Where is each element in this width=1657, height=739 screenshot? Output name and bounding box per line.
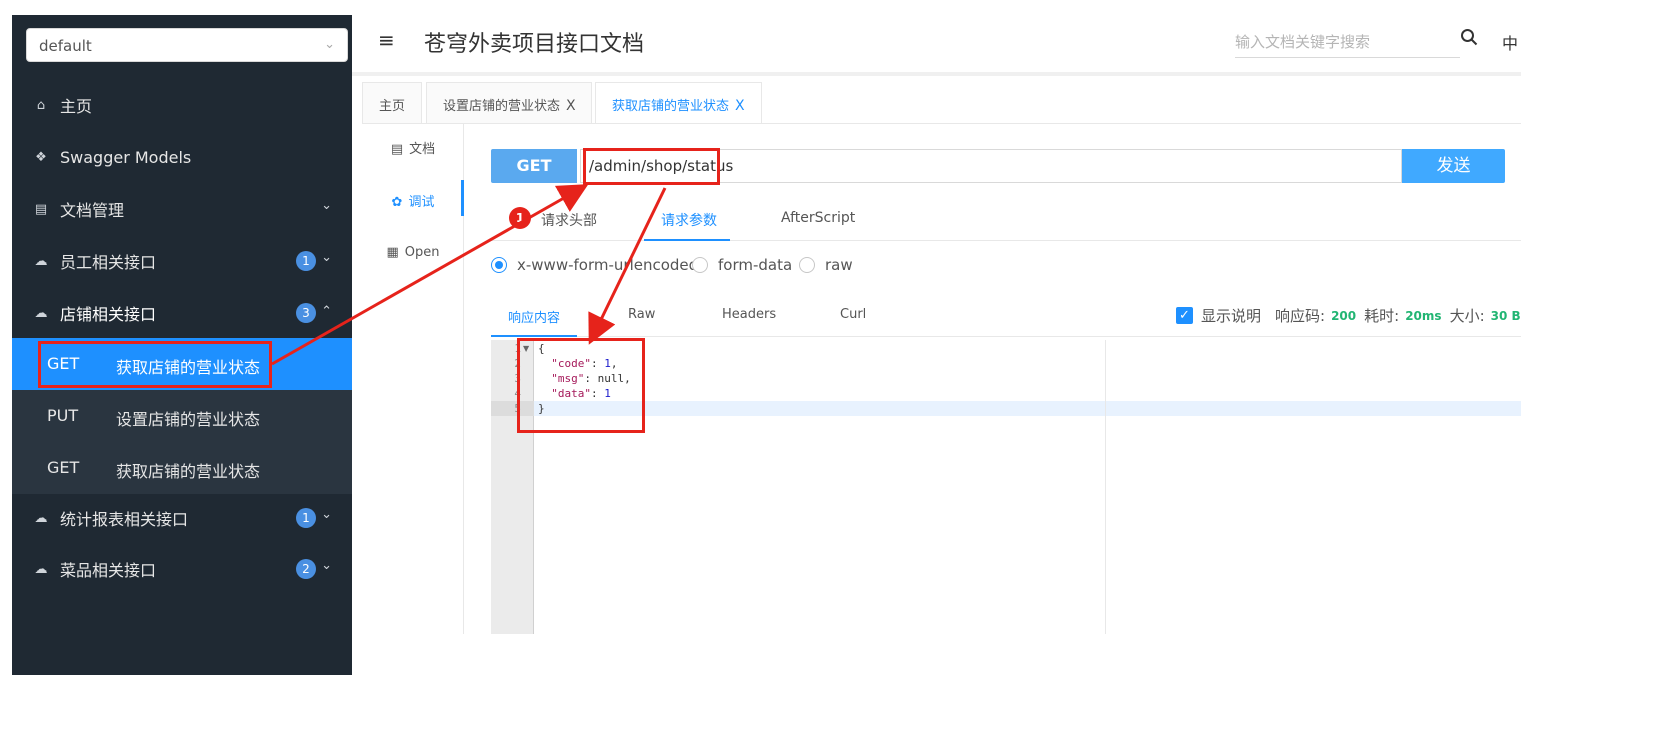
annotation-arrows [271,184,667,366]
arrow-to-response [588,187,667,345]
arrow-to-url [271,184,589,366]
